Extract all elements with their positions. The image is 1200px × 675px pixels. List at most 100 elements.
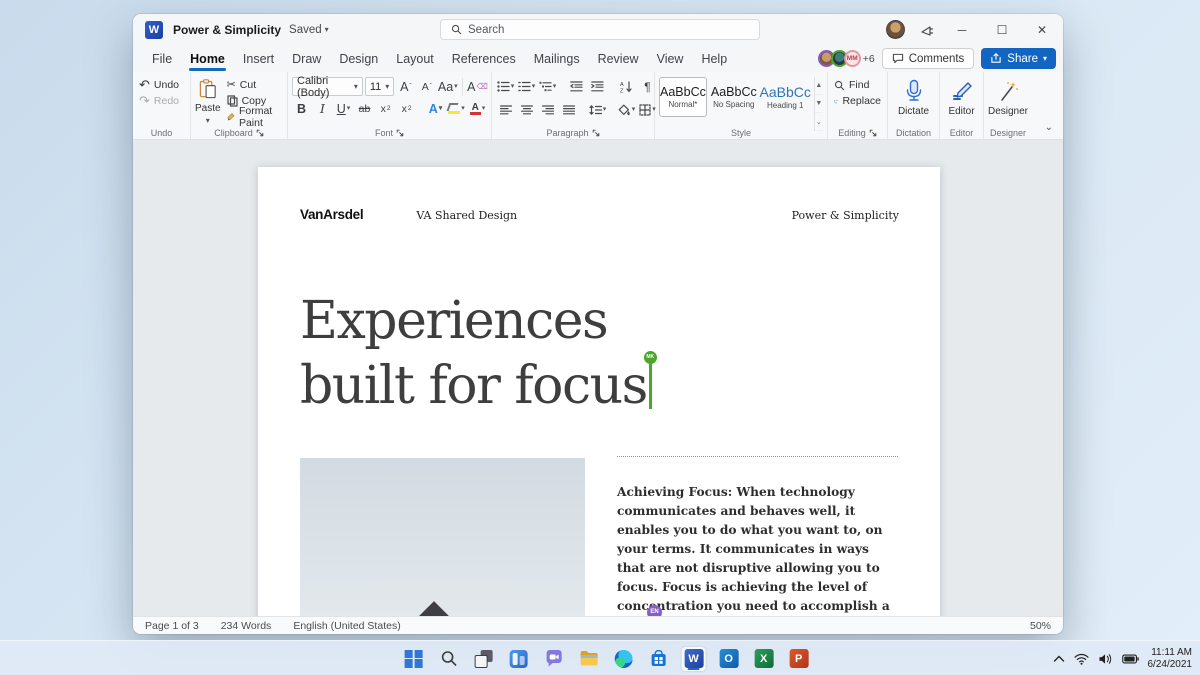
tab-design[interactable]: Design: [330, 45, 387, 72]
italic-button[interactable]: I: [313, 99, 332, 118]
clear-formatting-button[interactable]: A ⌫: [467, 77, 488, 96]
sort-button[interactable]: AZ: [617, 77, 636, 96]
redo-button[interactable]: ↷ Redo: [137, 93, 186, 109]
superscript-button[interactable]: x2: [397, 99, 416, 118]
page-indicator[interactable]: Page 1 of 3: [145, 620, 199, 632]
font-color-button[interactable]: A ▾: [468, 99, 487, 118]
tab-draw[interactable]: Draw: [283, 45, 330, 72]
style-heading-1[interactable]: AaBbCc Heading 1: [760, 77, 811, 117]
replace-button[interactable]: bc Replace: [832, 93, 883, 109]
word-taskbar-button[interactable]: W: [681, 646, 706, 671]
comment-icon: [892, 53, 903, 64]
clipboard-group: Paste ▾ ✂ Cut Copy Format Paint Clipboar…: [191, 72, 288, 139]
tab-home[interactable]: Home: [181, 45, 234, 72]
multilevel-list-button[interactable]: ▾: [538, 77, 557, 96]
collapse-ribbon-icon[interactable]: ⌄: [1045, 122, 1053, 133]
text-highlight-button[interactable]: ▾: [446, 99, 466, 118]
style-normal[interactable]: AaBbCc Normal*: [659, 77, 707, 117]
document-canvas[interactable]: VanArsdel VA Shared Design Power & Simpl…: [133, 140, 1063, 616]
tab-help[interactable]: Help: [692, 45, 736, 72]
decrease-indent-button[interactable]: [567, 77, 586, 96]
subscript-button[interactable]: x2: [376, 99, 395, 118]
tab-references[interactable]: References: [443, 45, 525, 72]
body-paragraph[interactable]: Achieving Focus: When technology communi…: [617, 483, 898, 616]
collaborator-overflow-count[interactable]: +6: [863, 53, 875, 65]
document-text-column[interactable]: Achieving Focus: When technology communi…: [617, 456, 898, 616]
word-count[interactable]: 234 Words: [221, 620, 272, 632]
shading-button[interactable]: ▾: [617, 100, 636, 119]
editor-button[interactable]: Editor: [944, 77, 979, 125]
chevron-down-icon: ▾: [353, 81, 358, 91]
align-left-button[interactable]: [496, 100, 515, 119]
style-no-spacing[interactable]: AaBbCc No Spacing: [711, 77, 757, 117]
document-image[interactable]: [300, 458, 585, 616]
underline-button[interactable]: U ▾: [334, 99, 353, 118]
document-heading[interactable]: Experiences built for focus MK: [300, 289, 657, 419]
clock[interactable]: 11:11 AM 6/24/2021: [1148, 647, 1193, 670]
tab-review[interactable]: Review: [589, 45, 648, 72]
minimize-button[interactable]: ─: [949, 18, 975, 42]
excel-button[interactable]: X: [752, 647, 776, 671]
comments-button[interactable]: Comments: [881, 48, 975, 69]
tab-insert[interactable]: Insert: [234, 45, 283, 72]
shrink-font-button[interactable]: Aˇ: [417, 77, 436, 96]
document-page[interactable]: VanArsdel VA Shared Design Power & Simpl…: [258, 167, 940, 616]
grow-font-button[interactable]: Aˆ: [396, 77, 415, 96]
clipboard-dialog-launcher-icon[interactable]: [256, 129, 264, 137]
line-spacing-button[interactable]: ▾: [588, 100, 607, 119]
tab-file[interactable]: File: [143, 45, 181, 72]
search-input[interactable]: Search: [440, 19, 760, 40]
outlook-button[interactable]: O: [717, 647, 741, 671]
paste-button[interactable]: Paste ▾: [195, 77, 221, 125]
bold-button[interactable]: B: [292, 99, 311, 118]
user-avatar[interactable]: [886, 20, 905, 39]
undo-button[interactable]: ↶ Undo: [137, 77, 186, 93]
volume-icon[interactable]: [1098, 653, 1113, 665]
present-icon[interactable]: [919, 23, 935, 37]
task-view-button[interactable]: [472, 647, 496, 671]
dictate-button[interactable]: Dictate: [892, 77, 935, 125]
numbering-button[interactable]: ▾: [517, 77, 536, 96]
text-effects-button[interactable]: A ▾: [426, 99, 445, 118]
strikethrough-button[interactable]: ab: [355, 99, 374, 118]
designer-button[interactable]: Designer: [988, 77, 1028, 125]
justify-button[interactable]: [559, 100, 578, 119]
taskbar-search-button[interactable]: [437, 647, 461, 671]
widgets-button[interactable]: [507, 647, 531, 671]
align-right-button[interactable]: [538, 100, 557, 119]
share-button[interactable]: Share ▾: [981, 48, 1056, 69]
font-name-select[interactable]: Calibri (Body) ▾: [292, 75, 363, 99]
paragraph-dialog-launcher-icon[interactable]: [592, 129, 600, 137]
editing-dialog-launcher-icon[interactable]: [869, 129, 877, 137]
chat-button[interactable]: [542, 647, 566, 671]
store-button[interactable]: [647, 647, 671, 671]
increase-indent-button[interactable]: [588, 77, 607, 96]
cut-button[interactable]: ✂ Cut: [225, 77, 283, 92]
wifi-icon[interactable]: [1073, 653, 1089, 665]
collaborator-avatar-mm[interactable]: MM: [843, 50, 861, 67]
edge-button[interactable]: [612, 647, 636, 671]
align-center-button[interactable]: [517, 100, 536, 119]
tab-view[interactable]: View: [648, 45, 693, 72]
change-case-button[interactable]: Aa ▾: [438, 77, 458, 96]
bullets-button[interactable]: ▾: [496, 77, 515, 96]
start-button[interactable]: [402, 647, 426, 671]
close-button[interactable]: ✕: [1029, 18, 1055, 42]
save-status[interactable]: Saved ▾: [289, 24, 329, 36]
find-button[interactable]: Find: [832, 77, 883, 93]
tab-layout[interactable]: Layout: [387, 45, 443, 72]
font-size-select[interactable]: 11 ▾: [364, 77, 395, 96]
maximize-button[interactable]: ☐: [989, 18, 1015, 42]
font-dialog-launcher-icon[interactable]: [396, 129, 404, 137]
format-painter-button[interactable]: Format Paint: [225, 105, 283, 129]
file-explorer-button[interactable]: [577, 647, 601, 671]
zoom-level[interactable]: 50%: [1030, 620, 1051, 632]
show-hidden-icons-chevron[interactable]: [1053, 655, 1065, 663]
tab-mailings[interactable]: Mailings: [525, 45, 589, 72]
style-gallery-down-button[interactable]: ▼: [814, 95, 823, 113]
powerpoint-button[interactable]: P: [787, 647, 811, 671]
battery-icon[interactable]: [1121, 653, 1139, 664]
word-app-icon[interactable]: W: [145, 20, 163, 39]
style-gallery-up-button[interactable]: ▲: [814, 77, 823, 95]
language-indicator[interactable]: English (United States): [293, 620, 400, 632]
